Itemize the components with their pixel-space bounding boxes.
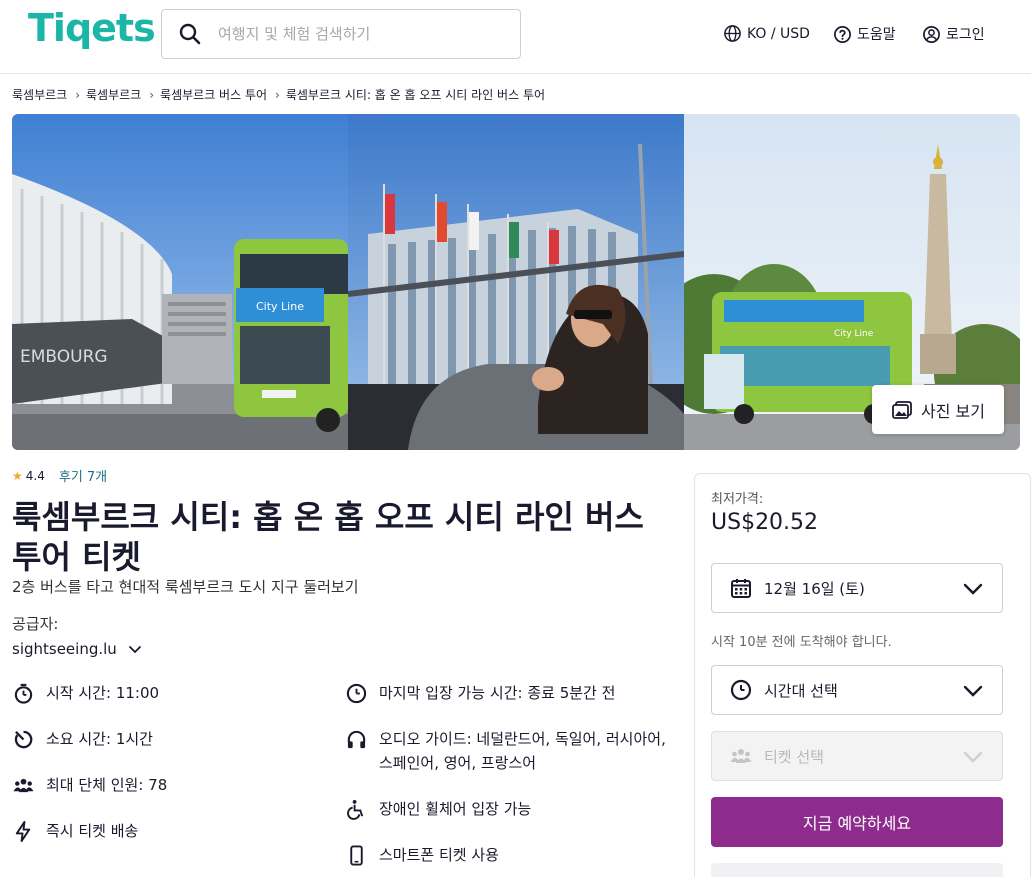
feature-group-size: 최대 단체 인원: 78 [12,773,167,797]
feature-audio-guide: 오디오 가이드: 네덜란드어, 독일어, 러시아어, 스페인어, 영어, 프랑스… [345,727,675,775]
feature-last-entry: 마지막 입장 가능 시간: 종료 5분간 전 [345,681,675,705]
selected-date: 12월 16일 (토) [764,579,865,598]
ticket-select[interactable]: 티켓 선택 [711,731,1003,781]
chevron-right-icon: › [75,87,81,102]
date-picker[interactable]: 12월 16일 (토) [711,563,1003,613]
locale-selector[interactable]: KO / USD [723,24,810,43]
supplier-toggle[interactable]: sightseeing.lu [12,640,143,658]
wheelchair-icon [345,797,367,821]
feature-start-time: 시작 시간: 11:00 [12,681,159,705]
price-value: US$20.52 [711,510,819,535]
gallery-photo-1[interactable]: EMBOURG City Line [12,114,348,450]
user-icon [923,25,940,43]
feature-label: 스마트폰 티켓 사용 [379,846,499,864]
supplier-label: 공급자: [12,615,59,633]
breadcrumb: 룩셈부르크 › 룩셈부르크 › 룩셈부르크 버스 투어 › 룩셈부르크 시티: … [12,86,545,103]
view-photos-button[interactable]: 사진 보기 [872,385,1004,434]
clock-icon [345,681,367,705]
globe-icon [724,25,741,42]
book-now-button[interactable]: 지금 예약하세요 [711,797,1003,847]
group-icon [730,749,752,763]
secondary-panel-edge [711,863,1003,877]
feature-label: 시작 시간: [46,684,112,702]
timeslot-label: 시간대 선택 [764,681,838,700]
calendar-icon [731,579,751,598]
feature-instant-delivery: 즉시 티켓 배송 [12,819,138,843]
feature-value: 1시간 [115,730,153,748]
breadcrumb-item[interactable]: 룩셈부르크 [86,86,141,103]
chevron-down-icon [128,646,141,654]
timer-icon [12,727,34,751]
stopwatch-icon [12,681,34,705]
search-box[interactable] [161,9,521,59]
feature-label: 소요 시간: [46,730,112,748]
feature-label: 장애인 휠체어 입장 가능 [379,800,532,818]
search-icon [179,23,201,45]
help-label: 도움말 [857,27,896,43]
search-input[interactable] [218,25,498,43]
arrival-note: 시작 10분 전에 도착해야 합니다. [711,635,892,650]
feature-label: 즉시 티켓 배송 [46,822,139,840]
site-header: Tiqets KO / USD 도움말 로그인 [0,0,1031,74]
feature-label: 오디오 가이드: [379,730,472,748]
feature-smartphone: 스마트폰 티켓 사용 [345,843,675,867]
breadcrumb-current: 룩셈부르크 시티: 홉 온 홉 오프 시티 라인 버스 투어 [285,88,546,102]
feature-value: 종료 5분간 전 [527,684,616,702]
group-icon [12,773,34,797]
product-subtitle: 2층 버스를 타고 현대적 룩셈부르크 도시 지구 둘러보기 [12,578,359,596]
chevron-right-icon: › [275,87,280,102]
clock-icon [730,679,752,701]
help-link[interactable]: 도움말 [833,24,896,44]
timeslot-select[interactable]: 시간대 선택 [711,665,1003,715]
photos-icon [892,400,912,419]
lightning-icon [12,819,34,843]
locale-label: KO / USD [747,25,810,42]
bus-sign: City Line [834,329,874,339]
view-photos-label: 사진 보기 [921,401,985,421]
smartphone-icon [345,843,367,867]
gallery-photo-2[interactable] [348,114,684,450]
rating-value: 4.4 [25,468,45,483]
feature-label: 최대 단체 인원: [46,776,144,794]
login-label: 로그인 [946,27,985,43]
reviews-link[interactable]: 후기 7개 [59,466,107,485]
product-title: 룩셈부르크 시티: 홉 온 홉 오프 시티 라인 버스 투어 티켓 [12,498,644,576]
supplier-name: sightseeing.lu [12,640,117,658]
breadcrumb-item[interactable]: 룩셈부르크 버스 투어 [160,86,267,103]
breadcrumb-item[interactable]: 룩셈부르크 [12,86,67,103]
tiqets-logo[interactable]: Tiqets [28,6,156,50]
price-label: 최저가격: [711,492,764,507]
feature-label: 마지막 입장 가능 시간: [379,684,523,702]
feature-value: 78 [148,776,168,794]
rating-summary: ★ 4.4 후기 7개 [12,466,107,486]
help-icon [834,25,851,43]
bus-sign: City Line [256,300,304,313]
star-icon: ★ [12,468,23,483]
feature-wheelchair: 장애인 휠체어 입장 가능 [345,797,675,821]
chevron-down-icon [963,583,983,595]
feature-duration: 소요 시간: 1시간 [12,727,153,751]
photo-gallery[interactable]: EMBOURG City Line City Line [12,114,1020,450]
headphones-icon [345,727,367,751]
chevron-right-icon: › [149,87,155,102]
login-link[interactable]: 로그인 [922,24,985,44]
building-lettering: EMBOURG [20,347,108,367]
feature-value: 11:00 [115,684,160,702]
chevron-down-icon [963,751,983,763]
chevron-down-icon [963,685,983,697]
ticket-label: 티켓 선택 [764,747,824,766]
